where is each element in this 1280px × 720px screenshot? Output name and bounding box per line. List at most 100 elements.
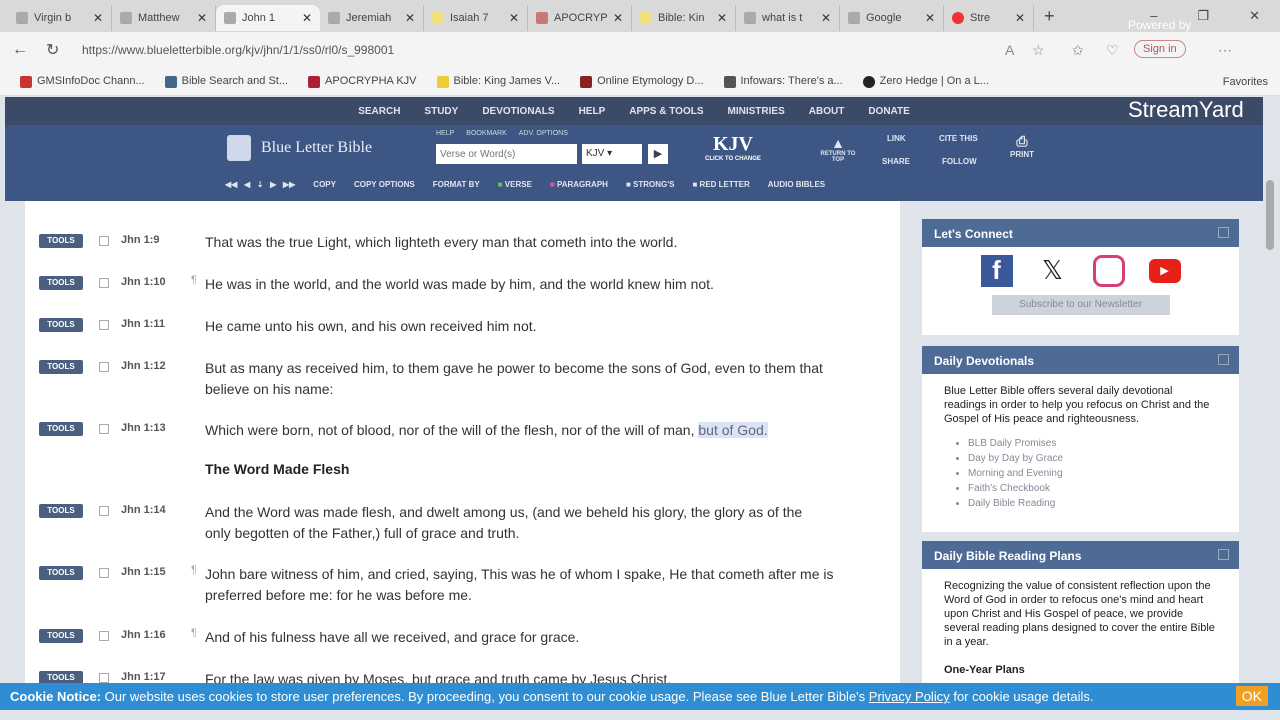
bookmark[interactable]: Infowars: There's a... xyxy=(723,75,843,88)
verse-ref[interactable]: Jhn 1:12 xyxy=(121,360,191,400)
bookmark[interactable]: Zero Hedge | On a L... xyxy=(862,75,989,88)
scrollbar-thumb[interactable] xyxy=(1266,180,1274,250)
copy-icon[interactable] xyxy=(99,673,109,683)
devotional-link[interactable]: Daily Bible Reading xyxy=(968,496,1217,511)
close-icon[interactable]: ✕ xyxy=(197,11,207,25)
bookmark[interactable]: Bible Search and St... xyxy=(164,75,288,88)
cite-button[interactable]: CITE THIS xyxy=(939,134,978,143)
instagram-icon[interactable] xyxy=(1092,255,1125,287)
verse-ref[interactable]: Jhn 1:9 xyxy=(121,234,191,253)
search-go-button[interactable]: ▶ xyxy=(648,144,668,164)
close-icon[interactable]: ✕ xyxy=(509,11,519,25)
facebook-icon[interactable]: f xyxy=(980,255,1013,287)
copy-button[interactable]: COPY xyxy=(313,180,336,189)
verse-ref[interactable]: Jhn 1:10 xyxy=(121,276,191,295)
nav-search[interactable]: SEARCH xyxy=(358,106,400,117)
favorites-icon[interactable]: ✩ xyxy=(1072,42,1084,59)
tools-button[interactable]: TOOLS xyxy=(39,566,83,580)
collapse-icon[interactable] xyxy=(1218,354,1229,365)
return-to-top-button[interactable]: ▲ RETURN TO TOP xyxy=(820,135,856,163)
tab[interactable]: Stre ✕ xyxy=(944,5,1034,31)
version-change-button[interactable]: KJV CLICK TO CHANGE xyxy=(705,133,761,162)
url-input[interactable]: https://www.blueletterbible.org/kjv/jhn/… xyxy=(82,43,882,57)
close-window-button[interactable]: ✕ xyxy=(1249,8,1260,24)
copy-icon[interactable] xyxy=(99,568,109,578)
tab[interactable]: APOCRYPHA✕ xyxy=(528,5,632,31)
new-tab-button[interactable]: + xyxy=(1044,6,1055,27)
tools-button[interactable]: TOOLS xyxy=(39,276,83,290)
devotional-link[interactable]: BLB Daily Promises xyxy=(968,436,1217,451)
version-select[interactable]: KJV ▾ xyxy=(582,144,642,164)
back-button[interactable]: ← xyxy=(12,41,34,59)
copy-icon[interactable] xyxy=(99,362,109,372)
close-icon[interactable]: ✕ xyxy=(613,11,623,25)
nav-donate[interactable]: DONATE xyxy=(868,106,909,117)
tab[interactable]: Isaiah 7 ✕ xyxy=(424,5,528,31)
collapse-icon[interactable] xyxy=(1218,549,1229,560)
close-icon[interactable]: ✕ xyxy=(925,11,935,25)
bookmark[interactable]: GMSInfoDoc Chann... xyxy=(20,75,145,88)
devotional-link[interactable]: Faith's Checkbook xyxy=(968,481,1217,496)
read-aloud-icon[interactable]: A xyxy=(1005,42,1014,58)
nav-help[interactable]: HELP xyxy=(579,106,606,117)
verse-ref[interactable]: Jhn 1:11 xyxy=(121,318,191,337)
verse-ref[interactable]: Jhn 1:14 xyxy=(121,504,191,544)
close-icon[interactable]: ✕ xyxy=(1015,11,1025,25)
tab[interactable]: Google ✕ xyxy=(840,5,944,31)
print-button[interactable]: ⎙ PRINT xyxy=(1010,133,1034,159)
copy-icon[interactable] xyxy=(99,424,109,434)
tools-button[interactable]: TOOLS xyxy=(39,422,83,436)
x-icon[interactable]: 𝕏 xyxy=(1037,255,1069,287)
cookie-ok-button[interactable]: OK xyxy=(1235,686,1268,706)
tools-button[interactable]: TOOLS xyxy=(39,671,83,683)
share-button[interactable]: SHARE xyxy=(882,157,910,166)
tab[interactable]: what is t ✕ xyxy=(736,5,840,31)
tab[interactable]: Virgin b ✕ xyxy=(8,5,112,31)
verse-ref[interactable]: Jhn 1:17 xyxy=(121,671,191,683)
bookmark[interactable]: Bible: King James V... xyxy=(436,75,560,88)
verse-toggle[interactable]: ■ VERSE xyxy=(498,180,532,189)
privacy-policy-link[interactable]: Privacy Policy xyxy=(869,689,950,704)
close-icon[interactable]: ✕ xyxy=(821,11,831,25)
devotional-link[interactable]: Day by Day by Grace xyxy=(968,451,1217,466)
close-icon[interactable]: ✕ xyxy=(717,11,727,25)
copy-icon[interactable] xyxy=(99,320,109,330)
copy-options-button[interactable]: COPY OPTIONS xyxy=(354,180,415,189)
tools-button[interactable]: TOOLS xyxy=(39,360,83,374)
nav-devotionals[interactable]: DEVOTIONALS xyxy=(482,106,554,117)
audio-bibles-button[interactable]: AUDIO BIBLES xyxy=(768,180,825,189)
close-icon[interactable]: ✕ xyxy=(302,11,312,25)
nav-about[interactable]: ABOUT xyxy=(809,106,845,117)
nav-arrows[interactable]: ◀◀ ◀ ⇣ ▶ ▶▶ xyxy=(225,180,295,189)
tab[interactable]: Bible: Kin ✕ xyxy=(632,5,736,31)
adv-options-link[interactable]: ADV. OPTIONS xyxy=(519,130,568,137)
link-button[interactable]: LINK xyxy=(887,134,906,143)
paragraph-toggle[interactable]: ■ PARAGRAPH xyxy=(550,180,608,189)
copy-icon[interactable] xyxy=(99,278,109,288)
verse-search-input[interactable] xyxy=(436,144,577,164)
nav-study[interactable]: STUDY xyxy=(424,106,458,117)
verse-ref[interactable]: Jhn 1:16 xyxy=(121,629,191,648)
tab[interactable]: Matthew ✕ xyxy=(112,5,216,31)
collapse-icon[interactable] xyxy=(1218,227,1229,238)
favorite-star-icon[interactable]: ☆ xyxy=(1032,42,1045,59)
bookmark[interactable]: Online Etymology D... xyxy=(580,75,704,88)
follow-button[interactable]: FOLLOW xyxy=(942,157,977,166)
nav-ministries[interactable]: MINISTRIES xyxy=(728,106,785,117)
help-link[interactable]: HELP xyxy=(436,130,454,137)
youtube-icon[interactable]: ▶ xyxy=(1148,259,1181,283)
site-logo[interactable]: Blue Letter Bible xyxy=(227,135,372,161)
close-icon[interactable]: ✕ xyxy=(405,11,415,25)
tab[interactable]: Jeremiah ✕ xyxy=(320,5,424,31)
close-icon[interactable]: ✕ xyxy=(93,11,103,25)
red-letter-toggle[interactable]: ■ RED LETTER xyxy=(692,180,749,189)
verse-ref[interactable]: Jhn 1:15 xyxy=(121,566,191,606)
bookmark[interactable]: APOCRYPHA KJV xyxy=(308,75,417,88)
tools-button[interactable]: TOOLS xyxy=(39,504,83,518)
copy-icon[interactable] xyxy=(99,506,109,516)
tab-active[interactable]: John 1 ✕ xyxy=(216,5,320,31)
strongs-toggle[interactable]: ■ STRONG'S xyxy=(626,180,675,189)
copy-icon[interactable] xyxy=(99,631,109,641)
refresh-button[interactable]: ↻ xyxy=(46,40,68,60)
newsletter-button[interactable]: Subscribe to our Newsletter xyxy=(991,295,1170,315)
